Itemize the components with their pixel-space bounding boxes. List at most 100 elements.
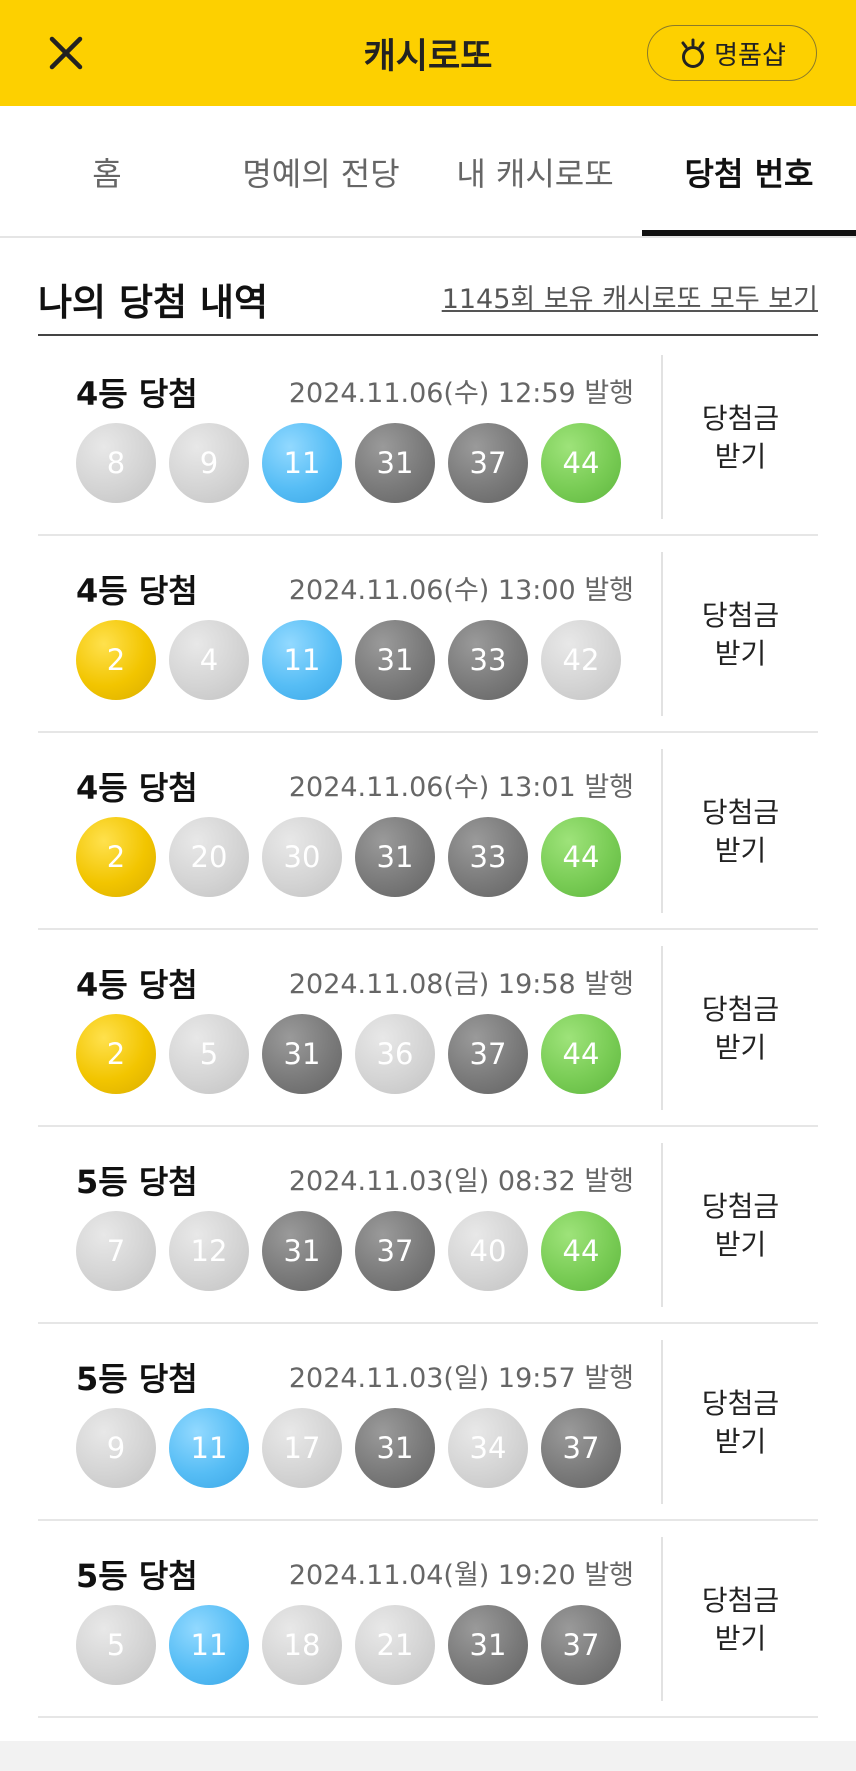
lotto-ball: 5 bbox=[76, 1605, 156, 1685]
claim-prize-button[interactable]: 당첨금받기 bbox=[663, 930, 818, 1127]
issue-datetime: 2024.11.08(금) 19:58 발행 bbox=[288, 969, 634, 1000]
lotto-ball: 31 bbox=[355, 817, 435, 897]
lotto-ball: 44 bbox=[541, 1211, 621, 1291]
claim-label-line2: 받기 bbox=[714, 439, 767, 473]
win-rank: 5등 당첨 bbox=[76, 1163, 198, 1201]
lotto-ball: 33 bbox=[448, 817, 528, 897]
lotto-ball: 12 bbox=[169, 1211, 249, 1291]
prize-medal-icon bbox=[681, 38, 705, 68]
win-rank: 4등 당첨 bbox=[76, 966, 198, 1004]
claim-label-line1: 당첨금 bbox=[701, 1583, 780, 1617]
tab-winning-numbers[interactable]: 당첨 번호 bbox=[642, 106, 856, 238]
issue-datetime: 2024.11.06(수) 13:01 발행 bbox=[288, 772, 634, 803]
lotto-ball: 20 bbox=[169, 817, 249, 897]
issue-datetime: 2024.11.03(일) 19:57 발행 bbox=[288, 1363, 634, 1394]
issue-datetime: 2024.11.04(월) 19:20 발행 bbox=[288, 1560, 634, 1591]
issue-datetime: 2024.11.06(수) 13:00 발행 bbox=[288, 575, 634, 606]
claim-label-line1: 당첨금 bbox=[701, 1386, 780, 1420]
lotto-ball: 37 bbox=[541, 1605, 621, 1685]
lotto-ball: 11 bbox=[262, 620, 342, 700]
lotto-ball: 9 bbox=[76, 1408, 156, 1488]
win-row: 4등 당첨 2024.11.06(수) 12:59 발행 8 9 11 31 37 44 당첨금… bbox=[38, 339, 818, 536]
lotto-ball: 31 bbox=[448, 1605, 528, 1685]
claim-label-line1: 당첨금 bbox=[701, 401, 780, 435]
lotto-ball: 30 bbox=[262, 817, 342, 897]
lotto-ball: 36 bbox=[355, 1014, 435, 1094]
lotto-ball: 2 bbox=[76, 817, 156, 897]
win-rank: 5등 당첨 bbox=[76, 1360, 198, 1398]
lotto-ball-group: 8 9 11 31 37 44 bbox=[76, 423, 621, 503]
active-tab-indicator bbox=[642, 230, 856, 236]
win-row: 4등 당첨 2024.11.08(금) 19:58 발행 2 5 31 36 37 44 당첨금… bbox=[38, 930, 818, 1127]
luxury-shop-label: 명품샵 bbox=[714, 40, 786, 71]
claim-label-line1: 당첨금 bbox=[701, 598, 780, 632]
win-row: 5등 당첨 2024.11.04(월) 19:20 발행 5 11 18 21 31 37 당첨… bbox=[38, 1521, 818, 1718]
lotto-ball: 31 bbox=[262, 1014, 342, 1094]
claim-label-line1: 당첨금 bbox=[701, 992, 780, 1026]
lotto-ball: 37 bbox=[448, 1014, 528, 1094]
lotto-ball-group: 2 5 31 36 37 44 bbox=[76, 1014, 621, 1094]
lotto-ball: 5 bbox=[169, 1014, 249, 1094]
win-rank: 4등 당첨 bbox=[76, 572, 198, 610]
lotto-ball: 37 bbox=[355, 1211, 435, 1291]
claim-prize-button[interactable]: 당첨금받기 bbox=[663, 1324, 818, 1521]
lotto-ball-group: 2 4 11 31 33 42 bbox=[76, 620, 621, 700]
claim-prize-button[interactable]: 당첨금받기 bbox=[663, 536, 818, 733]
lotto-ball: 11 bbox=[169, 1605, 249, 1685]
claim-label-line2: 받기 bbox=[714, 1227, 767, 1261]
tab-home[interactable]: 홈 bbox=[0, 106, 214, 238]
lotto-ball: 11 bbox=[262, 423, 342, 503]
claim-prize-button[interactable]: 당첨금받기 bbox=[663, 733, 818, 930]
claim-label-line2: 받기 bbox=[714, 1621, 767, 1655]
win-row: 5등 당첨 2024.11.03(일) 19:57 발행 9 11 17 31 34 37 당첨… bbox=[38, 1324, 818, 1521]
claim-prize-button[interactable]: 당첨금받기 bbox=[663, 1127, 818, 1324]
lotto-ball: 2 bbox=[76, 1014, 156, 1094]
lotto-ball: 31 bbox=[355, 1408, 435, 1488]
win-rank: 5등 당첨 bbox=[76, 1557, 198, 1595]
lotto-ball: 33 bbox=[448, 620, 528, 700]
tab-bar: 홈 명예의 전당 내 캐시로또 당첨 번호 bbox=[0, 106, 856, 238]
win-history-list: 4등 당첨 2024.11.06(수) 12:59 발행 8 9 11 31 37 44 당첨금… bbox=[38, 339, 818, 1718]
lotto-ball: 42 bbox=[541, 620, 621, 700]
claim-label-line2: 받기 bbox=[714, 636, 767, 670]
lotto-ball: 31 bbox=[355, 423, 435, 503]
lotto-ball-group: 2 20 30 31 33 44 bbox=[76, 817, 621, 897]
lotto-ball: 34 bbox=[448, 1408, 528, 1488]
lotto-ball: 44 bbox=[541, 1014, 621, 1094]
view-all-link[interactable]: 1145회 보유 캐시로또 모두 보기 bbox=[442, 277, 818, 316]
claim-label-line2: 받기 bbox=[714, 1424, 767, 1458]
claim-prize-button[interactable]: 당첨금받기 bbox=[663, 339, 818, 536]
win-row: 5등 당첨 2024.11.03(일) 08:32 발행 7 12 31 37 40 44 당첨… bbox=[38, 1127, 818, 1324]
lotto-ball: 8 bbox=[76, 423, 156, 503]
lotto-ball: 7 bbox=[76, 1211, 156, 1291]
lotto-ball: 44 bbox=[541, 423, 621, 503]
bottom-band bbox=[0, 1741, 856, 1771]
tab-hall-of-fame[interactable]: 명예의 전당 bbox=[214, 106, 428, 238]
tab-my-cashlotto[interactable]: 내 캐시로또 bbox=[428, 106, 642, 238]
lotto-ball: 31 bbox=[355, 620, 435, 700]
lotto-ball: 21 bbox=[355, 1605, 435, 1685]
claim-label-line1: 당첨금 bbox=[701, 795, 780, 829]
section-header: 나의 당첨 내역 1145회 보유 캐시로또 모두 보기 bbox=[38, 270, 818, 336]
section-title: 나의 당첨 내역 bbox=[38, 281, 269, 324]
lotto-ball: 17 bbox=[262, 1408, 342, 1488]
app-header: 캐시로또 명품샵 bbox=[0, 0, 856, 106]
lotto-ball-group: 5 11 18 21 31 37 bbox=[76, 1605, 621, 1685]
win-rank: 4등 당첨 bbox=[76, 375, 198, 413]
claim-prize-button[interactable]: 당첨금받기 bbox=[663, 1521, 818, 1718]
lotto-ball-group: 9 11 17 31 34 37 bbox=[76, 1408, 621, 1488]
win-row: 4등 당첨 2024.11.06(수) 13:01 발행 2 20 30 31 33 44 당첨… bbox=[38, 733, 818, 930]
luxury-shop-button[interactable]: 명품샵 bbox=[647, 25, 817, 81]
lotto-ball: 4 bbox=[169, 620, 249, 700]
lotto-ball: 37 bbox=[541, 1408, 621, 1488]
issue-datetime: 2024.11.06(수) 12:59 발행 bbox=[288, 378, 634, 409]
lotto-ball-group: 7 12 31 37 40 44 bbox=[76, 1211, 621, 1291]
claim-label-line2: 받기 bbox=[714, 1030, 767, 1064]
claim-label-line2: 받기 bbox=[714, 833, 767, 867]
claim-label-line1: 당첨금 bbox=[701, 1189, 780, 1223]
lotto-ball: 2 bbox=[76, 620, 156, 700]
lotto-ball: 40 bbox=[448, 1211, 528, 1291]
issue-datetime: 2024.11.03(일) 08:32 발행 bbox=[288, 1166, 634, 1197]
lotto-ball: 44 bbox=[541, 817, 621, 897]
win-rank: 4등 당첨 bbox=[76, 769, 198, 807]
